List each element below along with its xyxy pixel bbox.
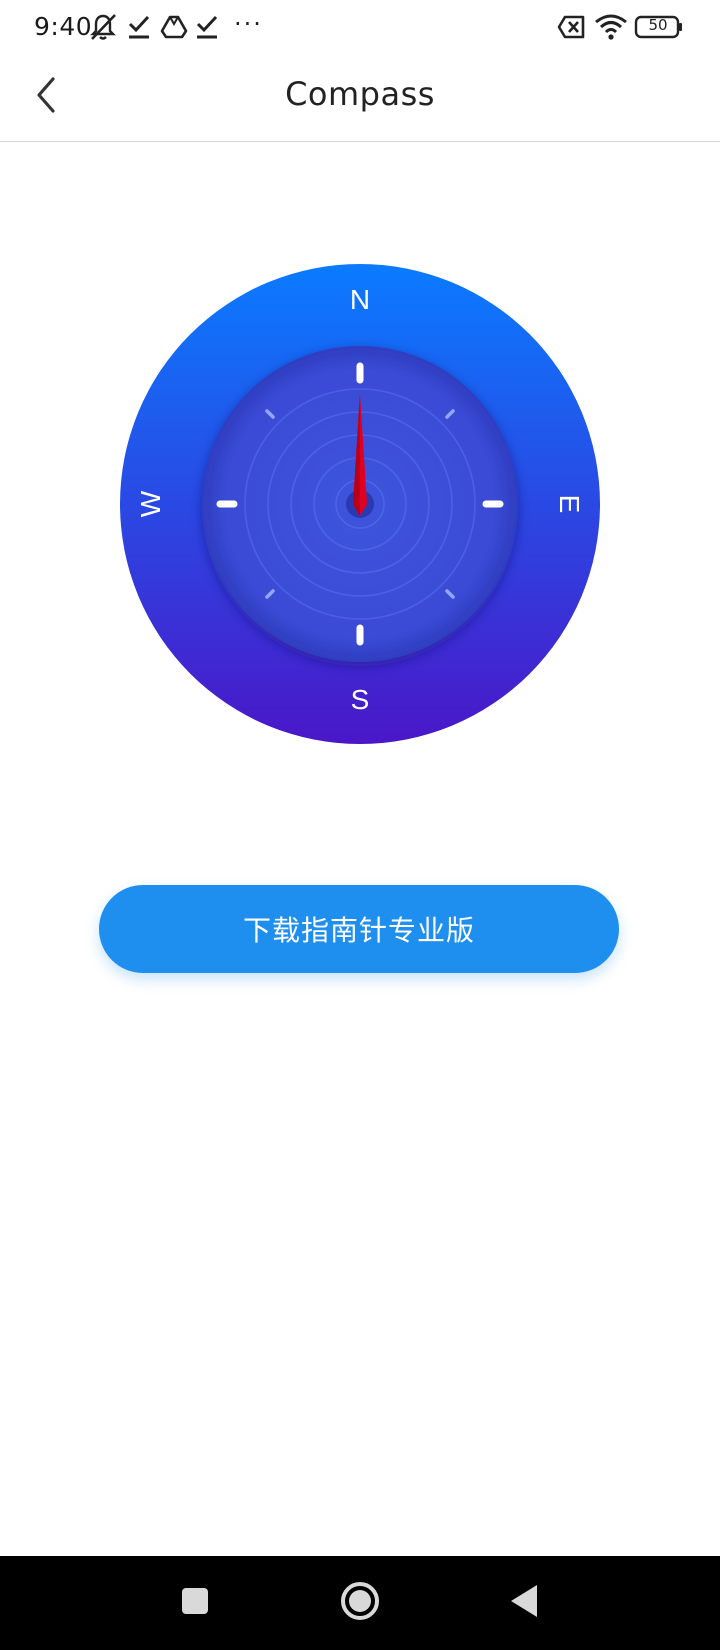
battery-level: 50 [648, 16, 668, 34]
download-pro-button[interactable]: 下载指南针专业版 [99, 885, 619, 973]
compass-label-north: N [350, 284, 370, 315]
sim-off-icon [556, 12, 586, 42]
page-title: Compass [285, 75, 435, 113]
header: Compass [0, 55, 720, 142]
status-bar: 9:40 ··· 50 [0, 0, 720, 55]
drive-icon [160, 12, 188, 42]
status-time: 9:40 [34, 12, 93, 41]
recents-square-icon [180, 1586, 210, 1620]
download-pro-label: 下载指南针专业版 [242, 914, 475, 947]
compass-dial: N S E W [120, 264, 600, 744]
compass-label-south: S [351, 684, 370, 715]
check-download-icon [194, 12, 220, 42]
wifi-icon [594, 12, 628, 42]
recents-button[interactable] [170, 1578, 220, 1628]
check-download-icon [126, 12, 152, 42]
overflow-indicator: ··· [234, 10, 263, 38]
compass-label-west: W [135, 490, 166, 517]
home-button[interactable] [335, 1578, 385, 1628]
home-circle-icon [339, 1580, 381, 1626]
notifications-off-icon [88, 12, 118, 42]
back-triangle-icon [509, 1583, 541, 1623]
back-nav-button[interactable] [500, 1578, 550, 1628]
compass-label-east: E [554, 495, 585, 514]
system-nav-bar [0, 1556, 720, 1650]
